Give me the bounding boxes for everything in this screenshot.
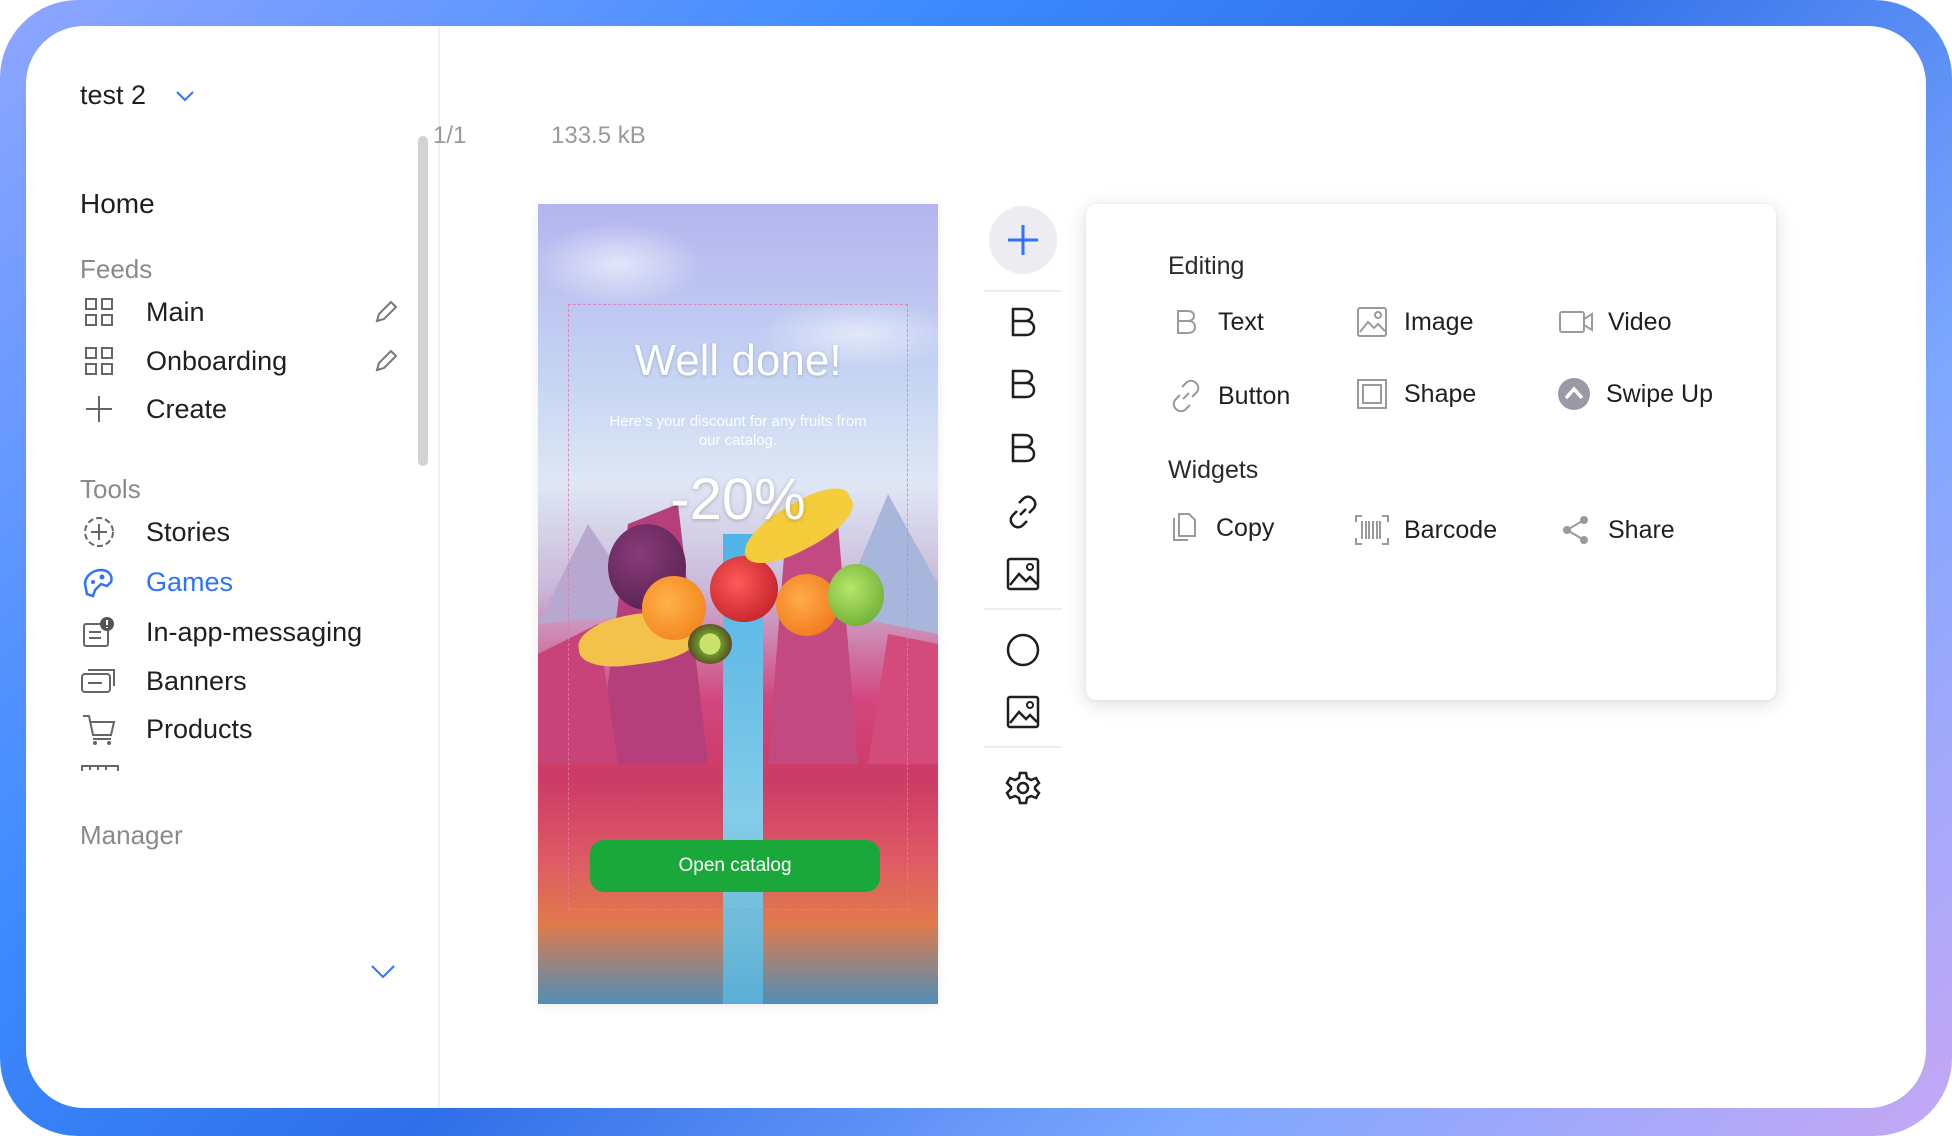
panel-item-label: Video — [1608, 307, 1672, 336]
sidebar-item-label: Create — [146, 393, 228, 424]
swipe-up-icon — [1556, 376, 1592, 412]
story-title[interactable]: Well done! — [538, 336, 938, 386]
toolbar-divider — [984, 746, 1062, 748]
story-subtitle[interactable]: Here's your discount for any fruits from… — [608, 412, 868, 450]
sidebar-item-label: Games — [146, 566, 234, 597]
text-layer-icon[interactable] — [1003, 428, 1043, 468]
image-layer-icon[interactable] — [1003, 692, 1043, 732]
add-video-item[interactable]: Video — [1558, 302, 1672, 342]
add-element-panel: Editing Text Image Video Button Shape Sw… — [1086, 204, 1776, 700]
grid-icon — [80, 342, 118, 380]
message-alert-icon — [80, 613, 118, 651]
text-layer-icon[interactable] — [1003, 364, 1043, 404]
gamepad-icon — [80, 563, 118, 601]
sidebar-item-in-app-messaging[interactable]: In-app-messaging — [80, 610, 400, 654]
circle-shape-icon[interactable] — [1003, 630, 1043, 670]
panel-item-label: Barcode — [1404, 515, 1498, 544]
plus-icon — [80, 390, 118, 428]
text-layer-icon[interactable] — [1003, 302, 1043, 342]
add-text-item[interactable]: Text — [1168, 302, 1264, 342]
toolbar-divider — [984, 290, 1062, 292]
sidebar-item-banners[interactable]: Banners — [80, 659, 400, 703]
banner-icon — [80, 662, 118, 700]
image-layer-icon[interactable] — [1003, 554, 1043, 594]
copy-icon — [1166, 510, 1202, 546]
section-label-tools: Tools — [80, 474, 141, 504]
add-share-widget[interactable]: Share — [1558, 510, 1675, 550]
sidebar-item-products[interactable]: Products — [80, 707, 400, 751]
shape-icon — [1354, 376, 1390, 412]
story-preview[interactable]: Well done! Here's your discount for any … — [538, 204, 938, 1004]
barcode-icon — [1354, 512, 1390, 548]
file-size: 133.5 kB — [551, 122, 646, 149]
open-catalog-button[interactable]: Open catalog — [590, 840, 880, 892]
grid-icon — [80, 293, 118, 331]
section-label-manager: Manager — [80, 820, 183, 850]
add-image-item[interactable]: Image — [1354, 302, 1473, 342]
sidebar-item-label: Stories — [146, 516, 231, 547]
panel-section-editing: Editing — [1168, 252, 1245, 280]
panel-item-label: Image — [1404, 307, 1474, 336]
add-button-item[interactable]: Button — [1168, 376, 1290, 416]
gear-icon[interactable] — [1003, 768, 1043, 808]
chevron-down-icon — [176, 90, 194, 101]
link-icon — [1168, 378, 1204, 414]
sidebar-item-create[interactable]: Create — [80, 387, 400, 431]
panel-item-label: Swipe Up — [1606, 379, 1713, 408]
pencil-icon[interactable] — [372, 298, 400, 326]
panel-item-label: Shape — [1404, 379, 1477, 408]
toolbar-divider — [984, 608, 1062, 610]
layer-toolbar — [978, 206, 1068, 996]
sidebar-item-label: In-app-messaging — [146, 616, 363, 647]
sidebar-item-stories[interactable]: Stories — [80, 510, 400, 554]
sidebar-item-label: Onboarding — [146, 345, 288, 376]
add-element-button[interactable] — [989, 206, 1057, 274]
pencil-icon[interactable] — [372, 347, 400, 375]
add-copy-widget[interactable]: Copy — [1166, 508, 1274, 548]
cart-icon — [80, 710, 118, 748]
image-icon — [1354, 304, 1390, 340]
chevron-down-icon[interactable] — [368, 956, 398, 986]
section-label-feeds: Feeds — [80, 254, 153, 284]
workspace-name: test 2 — [80, 80, 147, 110]
sidebar-item-onboarding[interactable]: Onboarding — [80, 339, 400, 383]
panel-section-widgets: Widgets — [1168, 456, 1259, 484]
add-shape-item[interactable]: Shape — [1354, 374, 1476, 414]
add-swipe-up-item[interactable]: Swipe Up — [1556, 374, 1713, 414]
sidebar-item-label: Banners — [146, 665, 247, 696]
panel-item-label: Share — [1608, 515, 1675, 544]
sidebar-item-label: Main — [146, 296, 205, 327]
plus-icon — [1008, 225, 1038, 255]
panel-item-label: Text — [1218, 307, 1264, 336]
sidebar-item-label: Products — [146, 713, 253, 744]
safe-area-guide — [568, 304, 908, 910]
text-icon — [1168, 304, 1204, 340]
sidebar-item-games[interactable]: Games — [80, 560, 400, 604]
sidebar-item-home[interactable]: Home — [80, 188, 155, 220]
add-barcode-widget[interactable]: Barcode — [1354, 510, 1497, 550]
workspace-selector[interactable]: test 2 — [80, 80, 196, 111]
sidebar: test 2 Home Feeds Main Onboarding Create — [26, 26, 440, 1108]
share-icon — [1558, 512, 1594, 548]
sidebar-item-main[interactable]: Main — [80, 290, 400, 334]
page-counter: 1/1 — [433, 122, 467, 149]
story-discount[interactable]: -20% — [538, 466, 938, 533]
video-icon — [1558, 304, 1594, 340]
panel-item-label: Button — [1218, 381, 1291, 410]
sidebar-scrollbar[interactable] — [418, 136, 428, 466]
panel-item-label: Copy — [1216, 513, 1275, 542]
app-window: test 2 Home Feeds Main Onboarding Create — [26, 26, 1926, 1108]
plus-circle-icon — [80, 513, 118, 551]
link-icon[interactable] — [1003, 492, 1043, 532]
partial-menu-icon — [81, 765, 119, 771]
